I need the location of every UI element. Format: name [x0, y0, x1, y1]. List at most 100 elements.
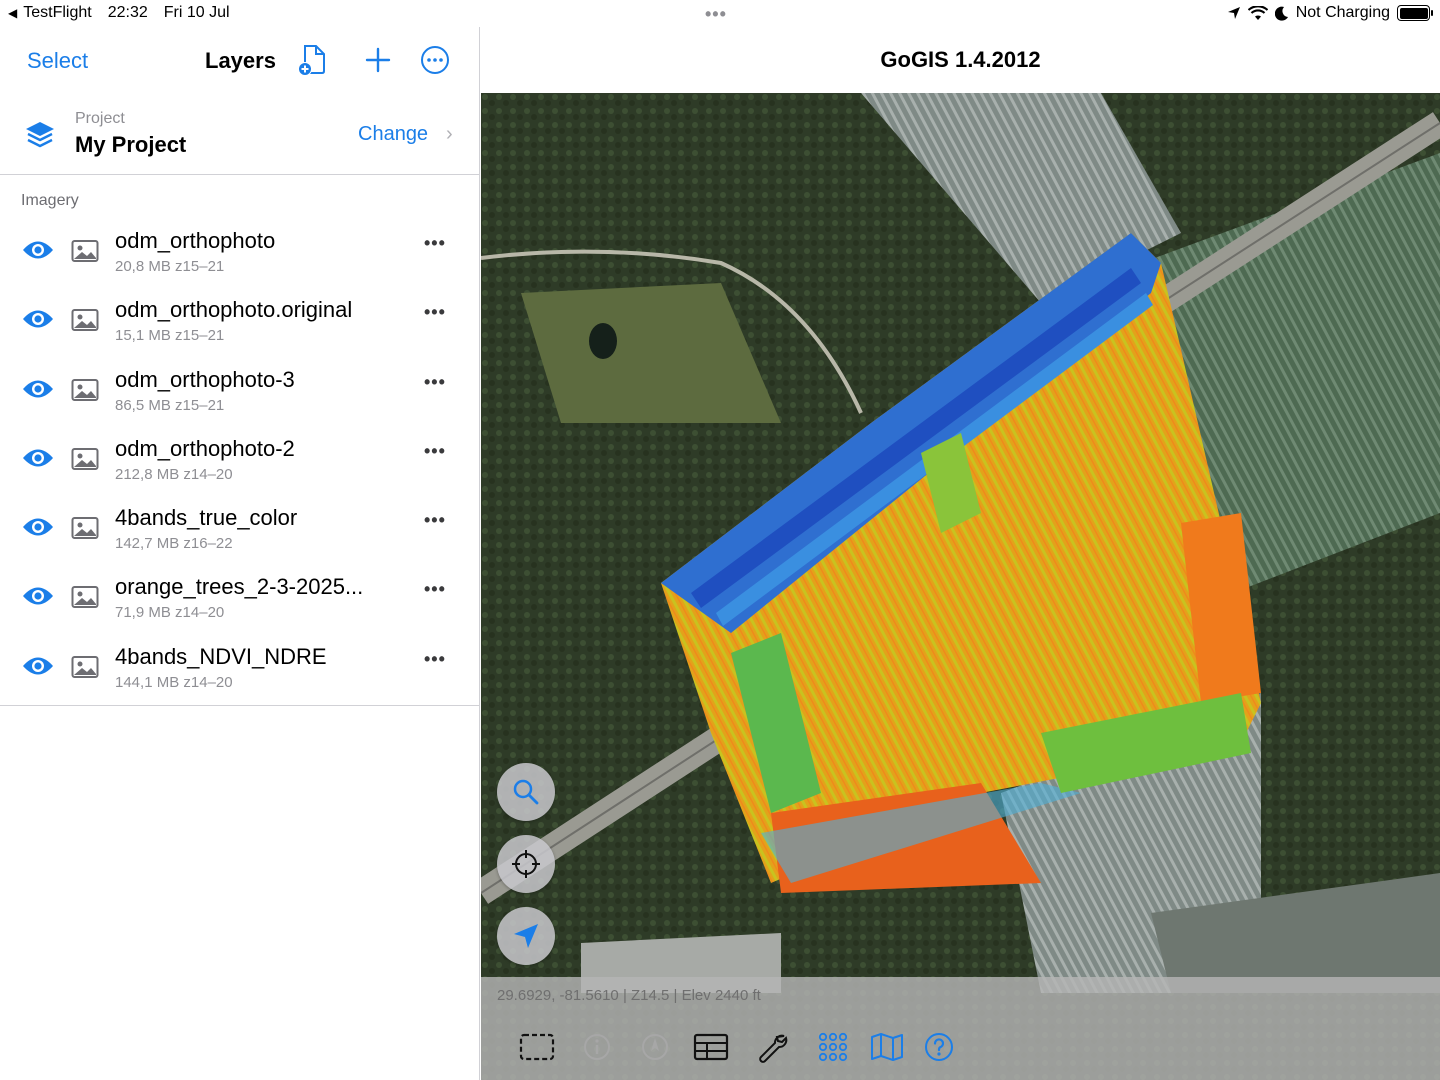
- multitasking-dots-icon[interactable]: •••: [705, 4, 727, 25]
- status-date: Fri 10 Jul: [163, 4, 230, 21]
- layer-name: 4bands_NDVI_NDRE: [115, 643, 327, 669]
- sidebar-nav-bar: Select Layers: [0, 27, 479, 93]
- layer-meta: 144,1 MB z14–20: [115, 674, 233, 691]
- layer-more-icon[interactable]: •••: [424, 373, 452, 391]
- layers-sidebar: Select Layers Project My Project Change …: [0, 27, 480, 1080]
- image-layer-icon: [71, 447, 99, 470]
- layer-row[interactable]: odm_orthophoto-2 212,8 MB z14–20 •••: [0, 423, 480, 492]
- project-caption: Project: [75, 110, 125, 127]
- layer-more-icon[interactable]: •••: [424, 650, 452, 668]
- moon-icon: [1274, 6, 1288, 21]
- layer-size: 71,9 MB: [115, 604, 171, 622]
- layer-name: odm_orthophoto: [115, 228, 276, 253]
- chevron-right-icon[interactable]: ›: [446, 123, 453, 146]
- map-pane: GoGIS 1.4.2012 29.6929, -81.5610 | Z14.5…: [481, 27, 1440, 1080]
- my-location-button[interactable]: [497, 907, 555, 965]
- table-icon[interactable]: [693, 1029, 729, 1065]
- change-project-button[interactable]: Change: [358, 123, 428, 146]
- layer-meta: 15,1 MB z15–21: [115, 327, 224, 344]
- wifi-icon: [1247, 5, 1268, 20]
- layer-size: 144,1 MB: [115, 673, 180, 691]
- status-bar: ◀ TestFlight 22:32 Fri 10 Jul ••• Not Ch…: [0, 0, 1440, 27]
- layer-name: odm_orthophoto-2: [115, 435, 295, 461]
- coordinate-readout: 29.6929, -81.5610 | Z14.5 | Elev 2440 ft: [497, 987, 761, 1004]
- layer-size: 15,1 MB: [115, 327, 171, 345]
- layer-zoom-range: z15–21: [175, 327, 225, 345]
- layer-more-icon[interactable]: •••: [424, 511, 452, 529]
- layer-meta: 20,8 MB z15–21: [115, 258, 224, 275]
- compass-icon[interactable]: [637, 1029, 673, 1065]
- map-imagery: [481, 93, 1440, 1080]
- wrench-icon[interactable]: [755, 1029, 791, 1065]
- layer-name: odm_orthophoto.original: [115, 297, 353, 323]
- app-title: GoGIS 1.4.2012: [880, 47, 1041, 72]
- battery-status-label: Not Charging: [1295, 4, 1390, 21]
- battery-icon: [1397, 5, 1433, 21]
- layer-zoom-range: z14–20: [183, 465, 233, 483]
- eye-visibility-icon[interactable]: [22, 447, 54, 469]
- list-divider: [0, 705, 480, 706]
- image-layer-icon: [71, 309, 99, 332]
- layer-size: 86,5 MB: [115, 396, 171, 414]
- map-view[interactable]: 29.6929, -81.5610 | Z14.5 | Elev 2440 ft: [481, 93, 1440, 1080]
- layer-meta: 86,5 MB z15–21: [115, 397, 224, 414]
- eye-visibility-icon[interactable]: [22, 239, 54, 261]
- layer-row[interactable]: odm_orthophoto.original 15,1 MB z15–21 •…: [0, 284, 480, 353]
- layer-meta: 71,9 MB z14–20: [115, 604, 224, 621]
- layer-meta: 142,7 MB z16–22: [115, 535, 233, 552]
- layer-more-icon[interactable]: •••: [424, 234, 452, 252]
- layer-row[interactable]: orange_trees_2-3-2025... 71,9 MB z14–20 …: [0, 561, 480, 630]
- map-icon[interactable]: [869, 1029, 905, 1065]
- layer-row[interactable]: odm_orthophoto-3 86,5 MB z15–21 •••: [0, 354, 480, 423]
- back-app-label[interactable]: TestFlight: [23, 4, 91, 22]
- bottom-toolbar: 29.6929, -81.5610 | Z14.5 | Elev 2440 ft: [481, 977, 1440, 1080]
- layer-size: 20,8 MB: [115, 258, 171, 275]
- layer-more-icon[interactable]: •••: [424, 303, 452, 321]
- layer-row[interactable]: odm_orthophoto 20,8 MB z15–21 •••: [0, 215, 480, 284]
- layer-row[interactable]: 4bands_true_color 142,7 MB z16–22 •••: [0, 492, 480, 561]
- more-options-icon[interactable]: [418, 43, 452, 77]
- sidebar-title: Layers: [205, 48, 276, 73]
- image-layer-icon: [71, 378, 99, 401]
- location-arrow-icon: [1227, 7, 1240, 19]
- location-arrow-icon: [514, 924, 538, 948]
- image-layer-icon: [71, 655, 99, 678]
- selection-rectangle-icon[interactable]: [519, 1029, 555, 1065]
- layer-zoom-range: z14–20: [175, 604, 225, 622]
- layer-more-icon[interactable]: •••: [424, 442, 452, 460]
- layer-name: orange_trees_2-3-2025...: [115, 574, 364, 600]
- eye-visibility-icon[interactable]: [22, 655, 54, 677]
- layer-row[interactable]: 4bands_NDVI_NDRE 144,1 MB z14–20 •••: [0, 631, 480, 700]
- layer-meta: 212,8 MB z14–20: [115, 466, 233, 483]
- eye-visibility-icon[interactable]: [22, 378, 54, 400]
- recenter-button[interactable]: [497, 835, 555, 893]
- back-arrow-icon[interactable]: ◀: [8, 6, 17, 20]
- status-time: 22:32: [107, 4, 148, 21]
- add-icon[interactable]: [361, 43, 395, 77]
- grid-apps-icon[interactable]: [815, 1029, 851, 1065]
- section-header-imagery: Imagery: [21, 192, 79, 209]
- help-icon[interactable]: [921, 1029, 957, 1065]
- layer-name: odm_orthophoto-3: [115, 366, 295, 392]
- layers-stack-icon: [26, 122, 54, 148]
- layer-name: 4bands_true_color: [115, 505, 298, 531]
- layer-more-icon[interactable]: •••: [424, 580, 452, 598]
- layer-size: 212,8 MB: [115, 465, 180, 483]
- eye-visibility-icon[interactable]: [22, 308, 54, 330]
- layer-zoom-range: z15–21: [175, 258, 225, 275]
- image-layer-icon: [71, 240, 99, 262]
- eye-visibility-icon[interactable]: [22, 585, 54, 607]
- select-button[interactable]: Select: [27, 48, 88, 74]
- crosshair-icon: [512, 850, 540, 878]
- info-icon[interactable]: [579, 1029, 615, 1065]
- layer-zoom-range: z14–20: [183, 673, 233, 691]
- image-layer-icon: [71, 586, 99, 609]
- eye-visibility-icon[interactable]: [22, 516, 54, 538]
- search-icon: [513, 779, 539, 805]
- add-document-icon[interactable]: [296, 43, 330, 77]
- map-search-button[interactable]: [497, 763, 555, 821]
- layer-zoom-range: z15–21: [175, 396, 225, 414]
- layer-size: 142,7 MB: [115, 535, 180, 553]
- project-name: My Project: [75, 132, 187, 157]
- image-layer-icon: [71, 517, 99, 540]
